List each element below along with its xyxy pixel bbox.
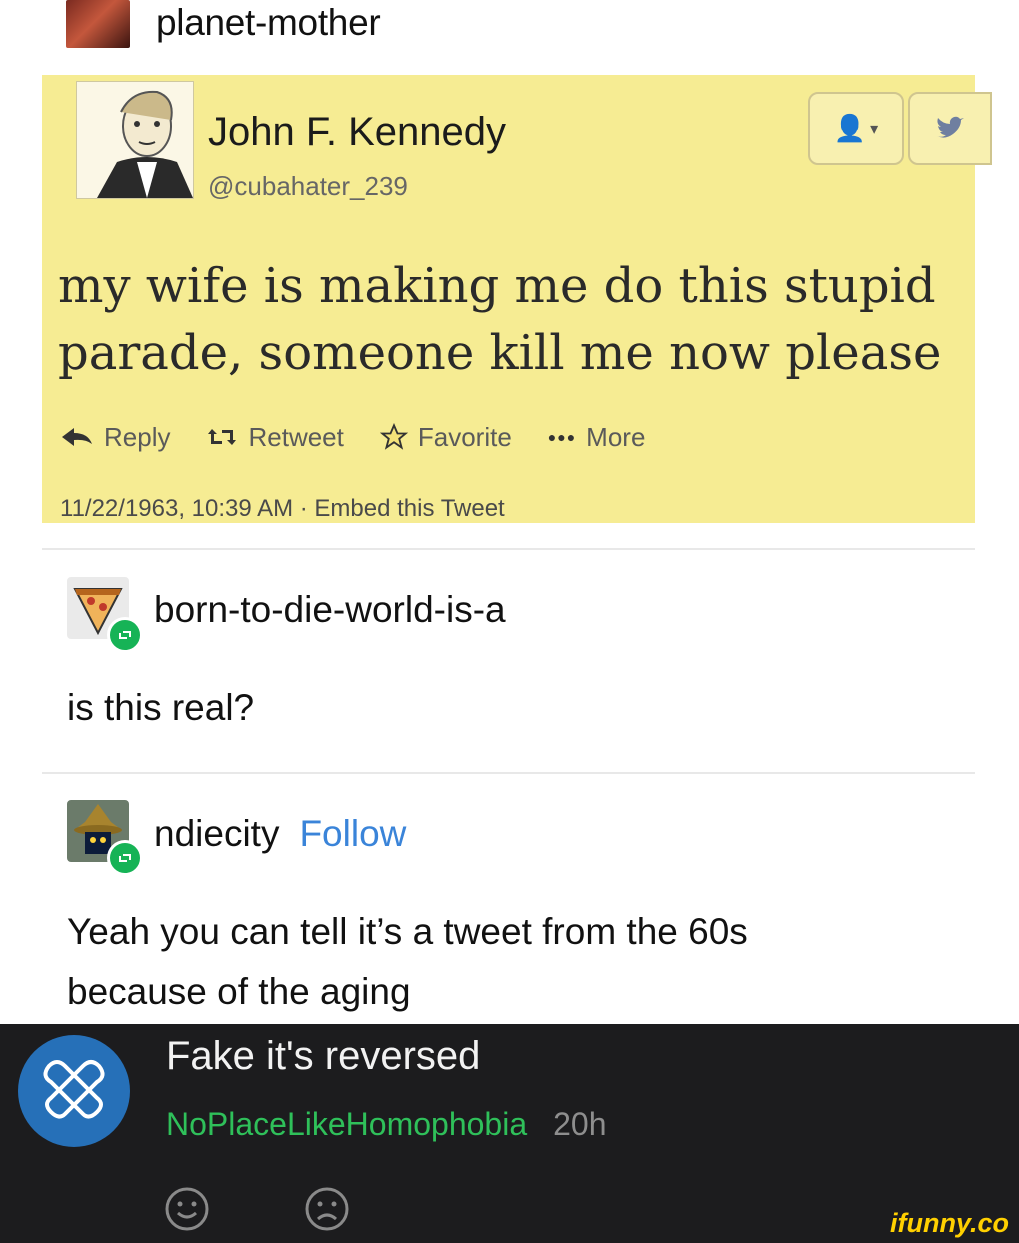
tweet-timestamp[interactable]: 11/22/1963, 10:39 AM · Embed this Tweet (60, 495, 505, 523)
reply2-text: Yeah you can tell it’s a tweet from the … (67, 911, 748, 1012)
reply-action[interactable]: Reply (60, 422, 170, 453)
twitter-bird-icon (937, 116, 964, 138)
reply2-author-row: ndiecity Follow (154, 813, 406, 855)
knot-icon (43, 1060, 105, 1119)
follow-user-button[interactable]: 👤 ▾ (808, 92, 904, 165)
retweet-icon (208, 429, 237, 445)
follow-button[interactable]: Follow (299, 813, 406, 854)
twitter-button[interactable] (908, 92, 992, 165)
ifunny-watermark: ifunny.co (890, 1208, 1009, 1238)
retweet-action[interactable]: Retweet (206, 421, 344, 453)
reply2-author[interactable]: ndiecity (154, 813, 279, 854)
reply-label: Reply (104, 421, 171, 452)
post-author[interactable]: planet-mother (156, 2, 381, 44)
commenter-avatar[interactable] (18, 1035, 130, 1147)
comment-meta: NoPlaceLikeHomophobia 20h (166, 1106, 607, 1143)
tweet-actions: Reply Retweet Favorite ●●● More (60, 417, 681, 457)
favorite-label: Favorite (417, 421, 512, 452)
comment-text: Fake it's reversed (166, 1034, 481, 1078)
more-label: More (586, 421, 646, 452)
more-dots-icon: ●●● (547, 429, 577, 445)
smile-icon[interactable] (162, 1184, 212, 1234)
born-to-die-avatar[interactable] (67, 577, 143, 653)
reblog-icon (107, 840, 143, 876)
tweet-card: John F. Kennedy @cubahater_239 👤 ▾ my wif… (42, 75, 992, 523)
reply1-text: is this real? (67, 687, 255, 728)
star-icon (379, 423, 408, 450)
tweet-author-name[interactable]: John F. Kennedy (208, 110, 506, 155)
retweet-label: Retweet (248, 421, 344, 452)
favorite-action[interactable]: Favorite (379, 421, 512, 453)
reply-arrow-icon (62, 428, 92, 446)
reblog-icon (107, 617, 143, 653)
tweet-author-handle[interactable]: @cubahater_239 (208, 171, 408, 202)
ndiecity-avatar[interactable] (67, 800, 143, 876)
divider (42, 548, 975, 550)
tweet-text: my wife is making me do this stupid para… (58, 258, 942, 381)
divider (42, 772, 975, 774)
more-action[interactable]: ●●● More (548, 422, 646, 453)
caret-down-icon: ▾ (870, 120, 879, 138)
planet-mother-avatar[interactable] (66, 0, 130, 48)
frown-icon[interactable] (302, 1184, 352, 1234)
comment-section: Fake it's reversed NoPlaceLikeHomophobia… (0, 1024, 1019, 1243)
commenter-username[interactable]: NoPlaceLikeHomophobia (166, 1106, 527, 1142)
user-icon: 👤 (833, 113, 867, 143)
comment-time: 20h (553, 1106, 607, 1142)
reply1-author[interactable]: born-to-die-world-is-a (154, 589, 506, 631)
jfk-avatar (76, 81, 194, 199)
